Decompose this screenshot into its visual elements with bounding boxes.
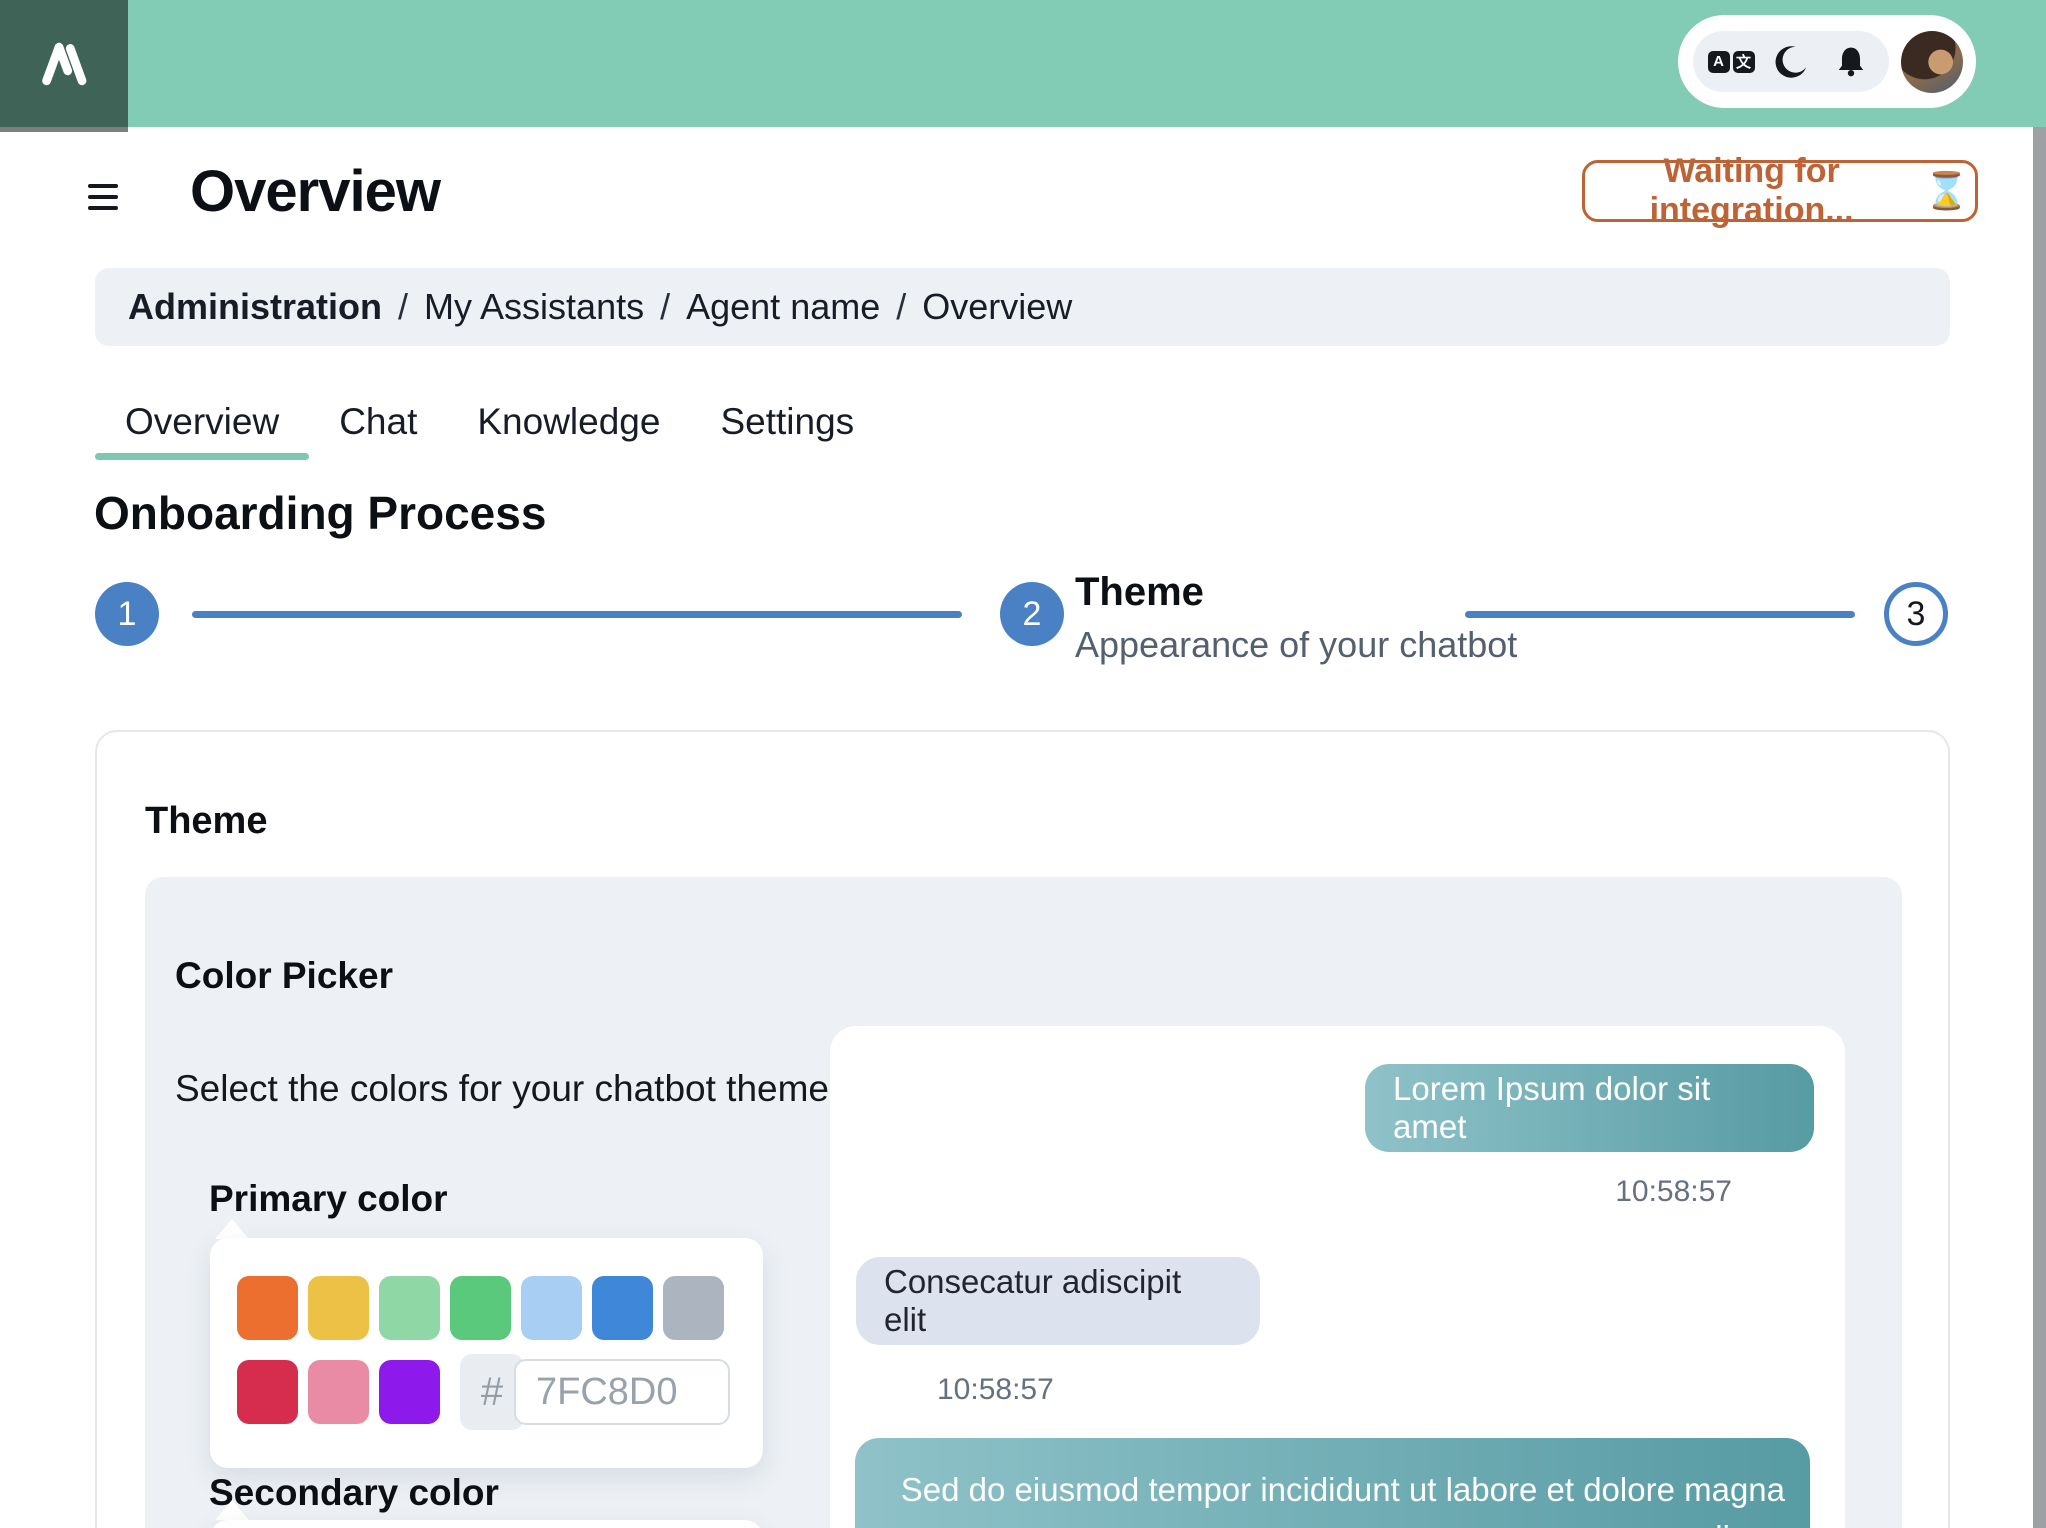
tab-overview-label: Overview [125, 400, 280, 442]
moon-icon [1775, 45, 1807, 78]
menu-button[interactable] [88, 184, 118, 210]
logo-shadow [0, 127, 128, 132]
step-2-title: Theme [1075, 570, 1204, 614]
breadcrumb-separator: / [660, 286, 671, 327]
color-swatch-light-green[interactable] [379, 1276, 440, 1340]
user-avatar[interactable] [1901, 30, 1963, 93]
step-connector-1 [192, 611, 962, 618]
color-swatch-blue[interactable] [592, 1276, 653, 1340]
app-root: A 文 Overview Waiting for integration... … [0, 0, 2046, 1528]
tab-settings-label: Settings [720, 400, 855, 442]
message-timestamp: 10:58:57 [1615, 1175, 1732, 1208]
tab-knowledge-label: Knowledge [477, 400, 661, 442]
color-picker-description: Select the colors for your chatbot theme… [175, 1068, 840, 1109]
hourglass-icon: ⌛ [1924, 170, 1969, 211]
color-swatch-purple[interactable] [379, 1360, 440, 1424]
translate-icon-glyph: 文 [1732, 50, 1755, 73]
translate-icon-letter: A [1707, 50, 1730, 73]
theme-card-title: Theme [145, 800, 268, 842]
breadcrumb-separator: / [896, 286, 907, 327]
breadcrumb-separator: / [398, 286, 409, 327]
translate-icon: A 文 [1707, 50, 1755, 73]
tab-chat-label: Chat [339, 400, 418, 442]
breadcrumb-item-administration[interactable]: Administration [128, 286, 382, 328]
tab-knowledge[interactable]: Knowledge [447, 383, 690, 460]
chat-message-sent: Lorem Ipsum dolor sit amet [1365, 1064, 1814, 1152]
bell-icon [1838, 47, 1864, 76]
status-label: Waiting for integration... [1649, 152, 1854, 229]
chat-message-received: Consecatur adiscipit elit [856, 1257, 1260, 1345]
primary-color-popup: # [210, 1238, 763, 1468]
step-1-indicator[interactable]: 1 [95, 582, 159, 646]
tab-settings[interactable]: Settings [690, 383, 884, 460]
tab-bar: Overview Chat Knowledge Settings [95, 383, 884, 460]
toolbar-icon-group: A 文 [1693, 31, 1889, 92]
breadcrumb-item-agent-name[interactable]: Agent name [686, 286, 880, 328]
secondary-color-popup [210, 1520, 763, 1528]
translate-button[interactable]: A 文 [1707, 40, 1755, 84]
primary-popup-arrow [215, 1219, 249, 1239]
primary-color-label: Primary color [209, 1178, 448, 1219]
hex-color-input[interactable] [514, 1359, 730, 1425]
tab-overview[interactable]: Overview [95, 383, 310, 460]
logo-icon [42, 42, 87, 85]
active-tab-underline [95, 453, 310, 460]
color-swatch-red[interactable] [237, 1360, 298, 1424]
scrollbar-thumb[interactable] [2033, 127, 2046, 1528]
step-3-indicator[interactable]: 3 [1884, 582, 1948, 646]
step-2-indicator[interactable]: 2 [1000, 582, 1064, 646]
step-2-subtitle: Appearance of your chatbot [1075, 624, 1518, 665]
swatch-row [237, 1276, 763, 1340]
dark-mode-button[interactable] [1769, 40, 1813, 84]
tab-chat[interactable]: Chat [309, 383, 447, 460]
app-logo[interactable] [0, 0, 128, 127]
onboarding-heading: Onboarding Process [94, 487, 547, 539]
secondary-color-label: Secondary color [209, 1472, 499, 1513]
breadcrumb-item-overview[interactable]: Overview [922, 286, 1072, 328]
color-swatch-pink[interactable] [308, 1360, 369, 1424]
notifications-button[interactable] [1829, 40, 1873, 84]
chat-preview: Lorem Ipsum dolor sit amet 10:58:57 Cons… [830, 1026, 1845, 1528]
hex-input-group: # [460, 1354, 730, 1430]
message-timestamp: 10:58:57 [937, 1373, 1054, 1406]
breadcrumb: Administration / My Assistants / Agent n… [95, 268, 1950, 346]
color-swatch-orange[interactable] [237, 1276, 298, 1340]
color-swatch-green[interactable] [450, 1276, 511, 1340]
user-toolbar: A 文 [1678, 15, 1976, 108]
step-connector-2 [1465, 611, 1855, 618]
breadcrumb-item-my-assistants[interactable]: My Assistants [424, 286, 644, 328]
page-title: Overview [190, 159, 441, 224]
swatch-row: # [237, 1354, 763, 1430]
app-header: A 文 [0, 0, 2046, 127]
color-picker-title: Color Picker [175, 955, 393, 996]
color-swatch-light-blue[interactable] [521, 1276, 582, 1340]
chat-message-sent: Sed do eiusmod tempor incididunt ut labo… [855, 1438, 1810, 1528]
integration-status-button[interactable]: Waiting for integration... ⌛ [1582, 152, 1978, 229]
secondary-popup-arrow [215, 1500, 249, 1520]
color-swatch-gray[interactable] [663, 1276, 724, 1340]
color-swatch-yellow[interactable] [308, 1276, 369, 1340]
